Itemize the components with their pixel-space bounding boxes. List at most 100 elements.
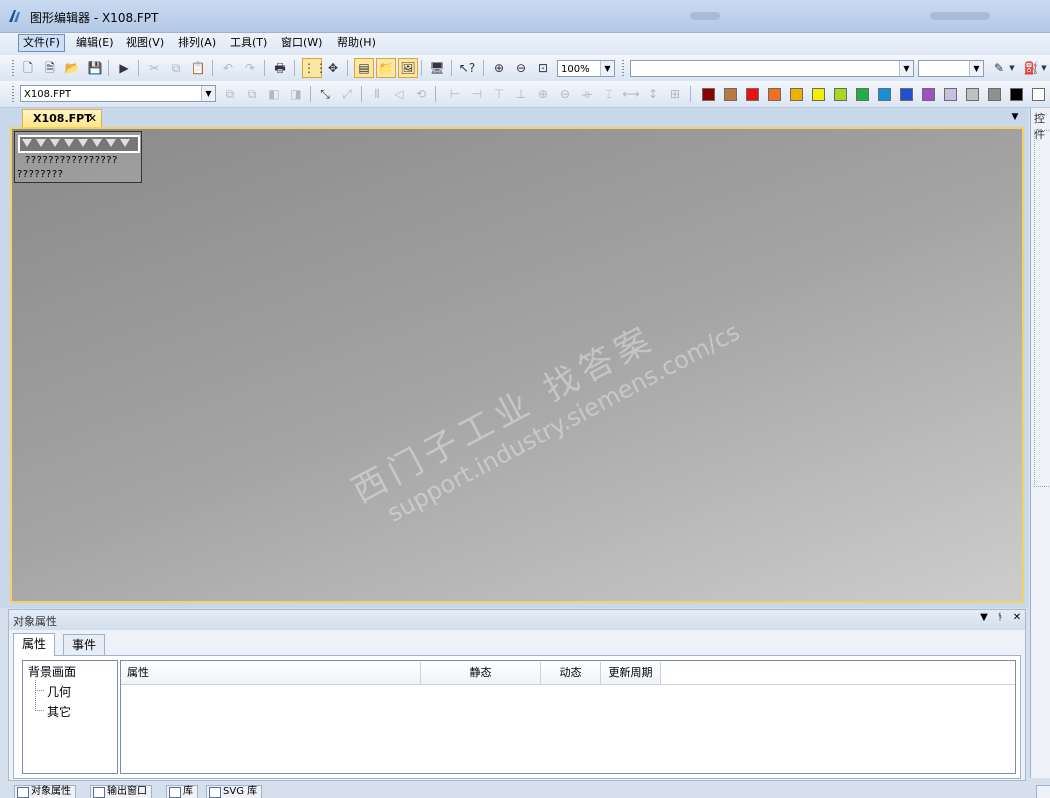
toolbar-grip[interactable] <box>12 86 14 102</box>
chevron-down-icon[interactable]: ▼ <box>1040 59 1048 77</box>
menu-view[interactable]: 视图(V) <box>122 35 168 51</box>
line-color-icon[interactable]: ✎ <box>990 59 1008 77</box>
library-icon[interactable]: 📁 <box>376 58 396 78</box>
align-bottom-icon[interactable]: ⊥ <box>512 85 530 103</box>
chevron-down-icon[interactable]: ▼ <box>1008 110 1022 124</box>
tab-svg-library[interactable]: SVG 库 <box>206 785 263 798</box>
flip-horizontal-icon[interactable]: ⫴ <box>368 85 386 103</box>
controls-tree[interactable] <box>1034 130 1050 487</box>
menu-window[interactable]: 窗口(W) <box>277 35 326 51</box>
snap-icon[interactable]: ✥ <box>324 59 342 77</box>
save-icon[interactable]: 💾 <box>86 59 104 77</box>
zoom-out-icon[interactable]: ⊖ <box>512 59 530 77</box>
paste-icon[interactable]: 📋 <box>189 59 207 77</box>
canvas-object[interactable]: ???????????????? ???????? <box>14 131 142 183</box>
gallery-icon[interactable]: 🖼 <box>398 58 418 78</box>
color-swatch[interactable] <box>856 88 869 101</box>
align-left-icon[interactable]: ⊢ <box>446 85 464 103</box>
color-swatch[interactable] <box>790 88 803 101</box>
screen-icon[interactable]: 🖥 <box>428 59 446 77</box>
color-swatch[interactable] <box>966 88 979 101</box>
toolbar-grip[interactable] <box>622 60 624 76</box>
font-size-select[interactable]: ▼ <box>918 60 984 77</box>
tab-x108[interactable]: X108.FPT ✕ <box>22 109 102 127</box>
align-center-vertical-icon[interactable]: ⊕ <box>534 85 552 103</box>
tab-object-properties[interactable]: 对象属性 <box>14 785 76 798</box>
distribute-horizontal-icon[interactable]: ⟛ <box>578 85 596 103</box>
font-select[interactable]: ▼ <box>630 60 914 77</box>
tab-events[interactable]: 事件 <box>63 634 106 655</box>
pin-icon[interactable]: ᚬ <box>994 612 1006 623</box>
column-header-dynamic[interactable]: 动态 <box>541 662 601 684</box>
color-swatch[interactable] <box>1032 88 1045 101</box>
color-swatch[interactable] <box>834 88 847 101</box>
distribute-vertical-icon[interactable]: ⌶ <box>600 85 618 103</box>
tab-output-window[interactable]: 输出窗口 <box>90 785 152 798</box>
chevron-down-icon[interactable]: ▼ <box>201 86 215 101</box>
color-swatch[interactable] <box>944 88 957 101</box>
color-swatch[interactable] <box>900 88 913 101</box>
layers-panel-icon[interactable]: ▤ <box>354 58 374 78</box>
menu-arrange[interactable]: 排列(A) <box>174 35 220 51</box>
same-size-icon[interactable]: ⊞ <box>666 85 684 103</box>
color-swatch[interactable] <box>812 88 825 101</box>
help-pointer-icon[interactable]: ↖? <box>458 59 476 77</box>
close-icon[interactable]: ✕ <box>88 110 97 128</box>
backward-icon[interactable]: ◨ <box>287 85 305 103</box>
chevron-down-icon[interactable]: ▼ <box>899 61 913 76</box>
redo-icon[interactable]: ↷ <box>241 59 259 77</box>
zoom-area-icon[interactable]: ⊡ <box>534 59 552 77</box>
color-swatch[interactable] <box>1010 88 1023 101</box>
new-template-icon[interactable]: 🗎 <box>41 59 59 77</box>
menu-tools[interactable]: 工具(T) <box>226 35 271 51</box>
color-swatch[interactable] <box>702 88 715 101</box>
align-top-icon[interactable]: ⊤ <box>490 85 508 103</box>
tab-properties[interactable]: 属性 <box>13 633 56 656</box>
send-back-icon[interactable]: ⧉ <box>243 85 261 103</box>
chevron-down-icon[interactable]: ▼ <box>600 61 614 76</box>
connector-icon[interactable]: ⤡ <box>316 85 334 103</box>
cut-icon[interactable]: ✂ <box>145 59 163 77</box>
rotate-icon[interactable]: ⟲ <box>412 85 430 103</box>
color-swatch[interactable] <box>922 88 935 101</box>
column-header-static[interactable]: 静态 <box>421 662 541 684</box>
menu-help[interactable]: 帮助(H) <box>333 35 380 51</box>
zoom-select[interactable]: 100% ▼ <box>557 60 615 77</box>
object-select[interactable]: X108.FPT ▼ <box>20 85 216 102</box>
forward-icon[interactable]: ◧ <box>265 85 283 103</box>
tree-node-geometry[interactable]: 几何 <box>47 683 71 700</box>
flip-vertical-icon[interactable]: ◁ <box>390 85 408 103</box>
tree-node-background[interactable]: 背景画面 <box>28 663 76 680</box>
color-swatch[interactable] <box>988 88 1001 101</box>
bring-front-icon[interactable]: ⧉ <box>221 85 239 103</box>
align-center-horizontal-icon[interactable]: ⊖ <box>556 85 574 103</box>
open-folder-icon[interactable]: 📂 <box>63 59 81 77</box>
align-right-icon[interactable]: ⊣ <box>468 85 486 103</box>
close-icon[interactable]: ✕ <box>1011 612 1023 623</box>
chevron-down-icon[interactable]: ▼ <box>1008 59 1016 77</box>
color-swatch[interactable] <box>878 88 891 101</box>
tab-library[interactable]: 库 <box>166 785 198 798</box>
chevron-down-icon[interactable]: ▼ <box>969 61 983 76</box>
disconnect-icon[interactable]: ⤢ <box>338 85 356 103</box>
menu-file[interactable]: 文件(F) <box>18 34 65 52</box>
same-width-icon[interactable]: ⟷ <box>622 85 640 103</box>
color-swatch[interactable] <box>768 88 781 101</box>
zoom-in-icon[interactable]: ⊕ <box>490 59 508 77</box>
menu-edit[interactable]: 编辑(E) <box>72 35 118 51</box>
grid-icon[interactable]: ⋮⋮ <box>302 58 327 78</box>
new-file-icon[interactable]: 🗋 <box>19 59 37 77</box>
fill-color-icon[interactable]: ⛽ <box>1022 59 1040 77</box>
column-header-update-cycle[interactable]: 更新周期 <box>601 662 661 684</box>
scroll-right-button[interactable] <box>1036 785 1050 798</box>
column-header-property[interactable]: 属性 <box>121 662 421 684</box>
run-icon[interactable]: ▶ <box>115 59 133 77</box>
print-icon[interactable]: 🖶 <box>271 59 289 77</box>
same-height-icon[interactable]: ↕ <box>644 85 662 103</box>
color-swatch[interactable] <box>746 88 759 101</box>
tree-node-other[interactable]: 其它 <box>47 703 71 720</box>
color-swatch[interactable] <box>724 88 737 101</box>
copy-icon[interactable]: ⧉ <box>167 59 185 77</box>
undo-icon[interactable]: ↶ <box>219 59 237 77</box>
toolbar-grip[interactable] <box>12 60 14 76</box>
